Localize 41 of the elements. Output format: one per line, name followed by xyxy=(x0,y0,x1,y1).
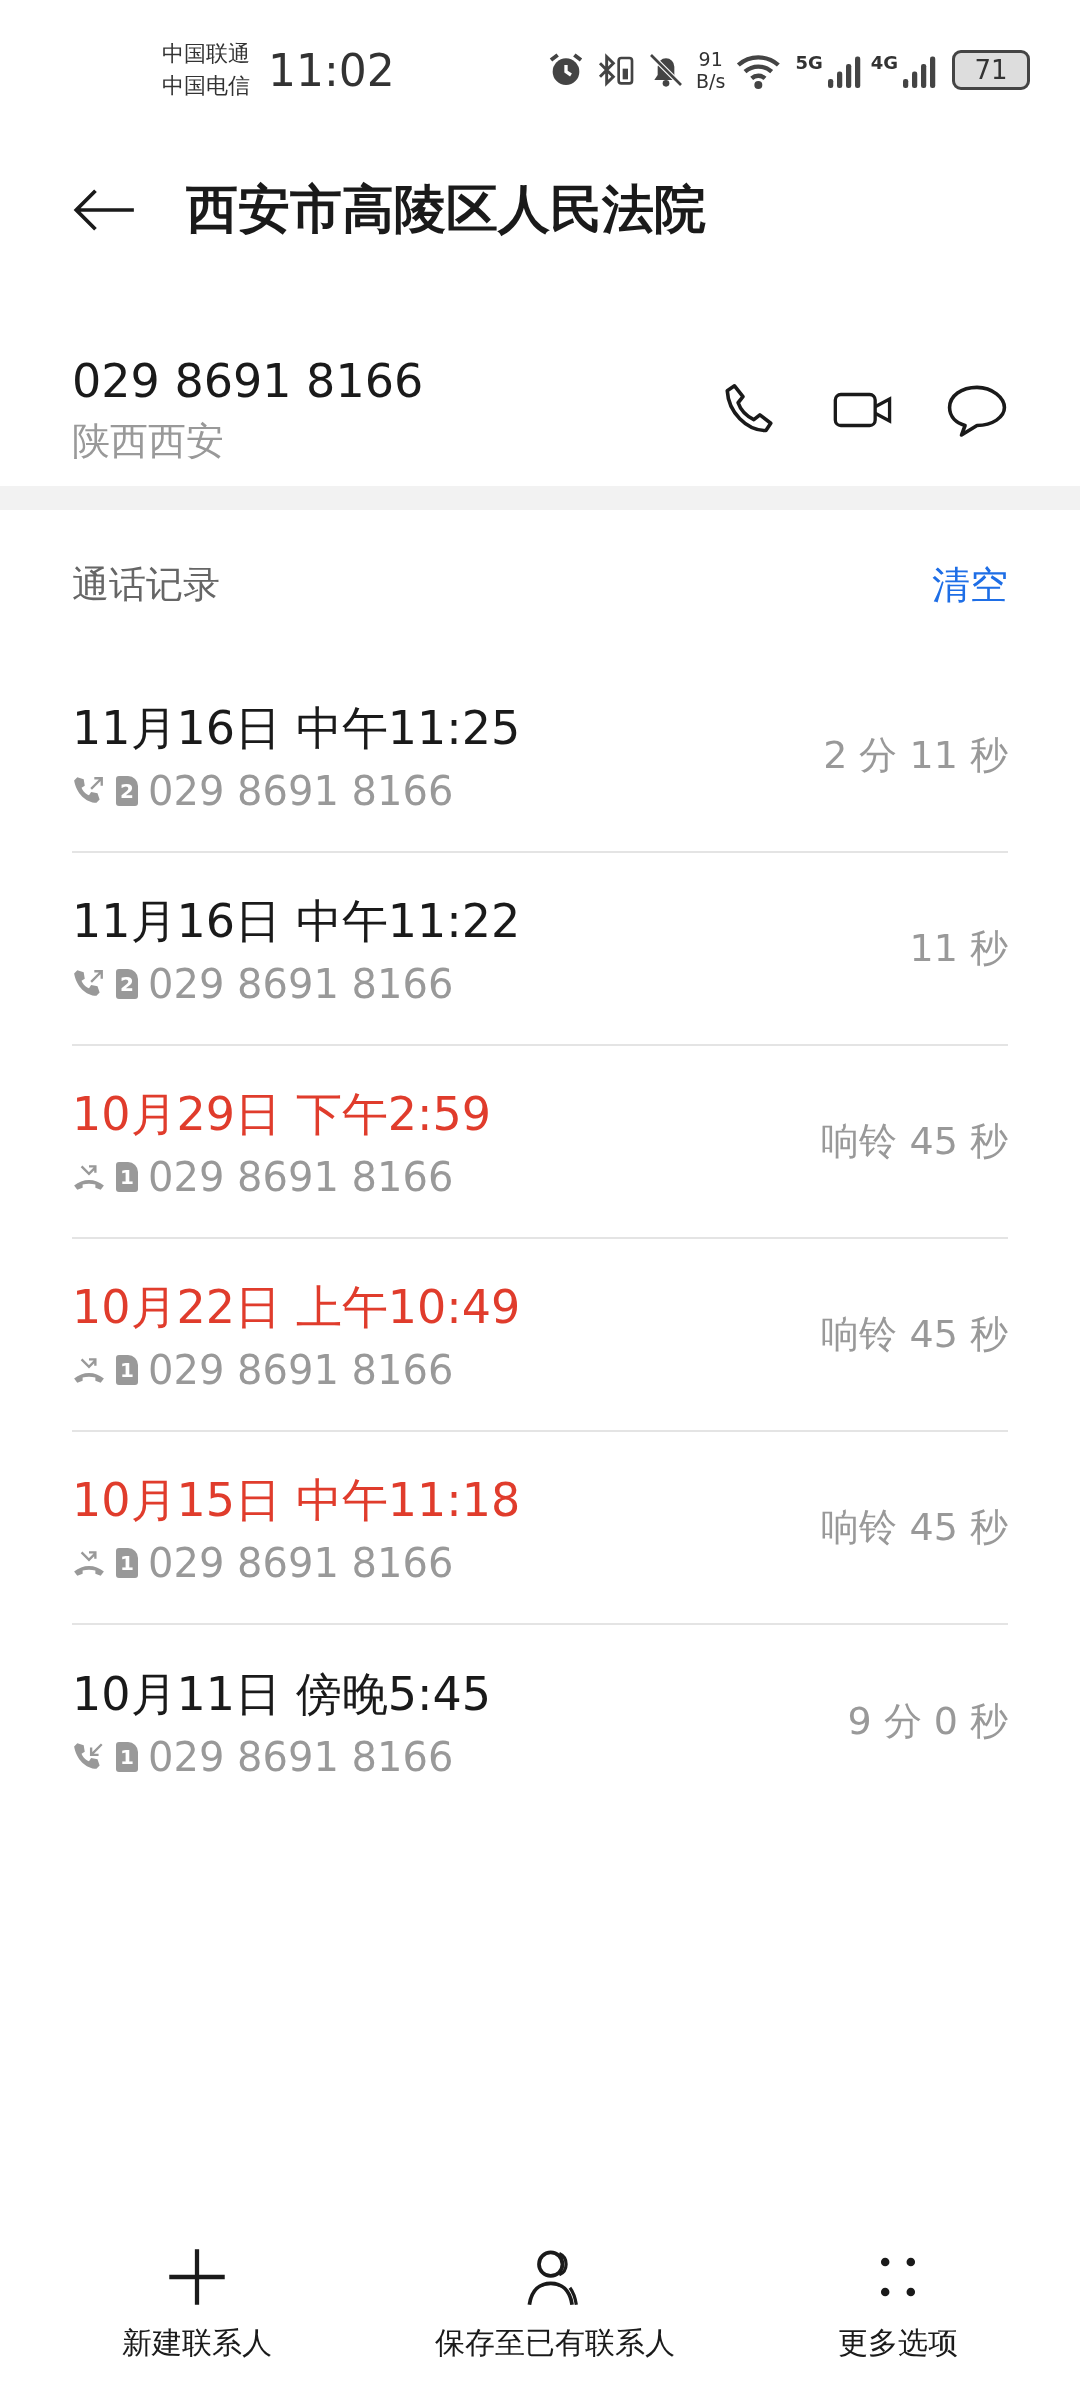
network-type: 5G xyxy=(795,52,823,73)
call-duration: 响铃 45 秒 xyxy=(821,1504,1008,1551)
call-duration: 11 秒 xyxy=(909,925,1008,972)
back-icon[interactable] xyxy=(72,188,136,232)
more-options-button[interactable]: 更多选项 xyxy=(838,2245,959,2364)
call-number: 029 8691 8166 xyxy=(148,767,454,814)
carrier-name: 中国联通 xyxy=(162,40,250,68)
call-date: 10月11日 傍晚5:45 xyxy=(72,1665,492,1723)
sim-badge: 2 xyxy=(116,968,138,999)
sim-badge: 1 xyxy=(116,1354,138,1385)
sim-badge: 2 xyxy=(116,775,138,806)
call-duration: 响铃 45 秒 xyxy=(821,1311,1008,1358)
network-speed: 91 xyxy=(698,48,723,70)
call-number: 029 8691 8166 xyxy=(148,1539,454,1586)
contact-title: 西安市高陵区人民法院 xyxy=(186,178,706,241)
call-date: 10月22日 上午10:49 xyxy=(72,1278,522,1336)
call-number: 029 8691 8166 xyxy=(148,960,454,1007)
call-date: 10月15日 中午11:18 xyxy=(72,1471,522,1529)
call-date: 11月16日 中午11:22 xyxy=(72,892,522,950)
speed-unit: B/s xyxy=(696,70,726,92)
network-type: 4G xyxy=(870,52,898,73)
call-duration: 响铃 45 秒 xyxy=(821,1118,1008,1165)
call-date: 10月29日 下午2:59 xyxy=(72,1085,492,1143)
section-title: 通话记录 xyxy=(72,562,220,608)
save-to-contact-button[interactable]: 保存至已有联系人 xyxy=(435,2245,675,2364)
status-time: 11:02 xyxy=(268,44,395,96)
call-number: 029 8691 8166 xyxy=(148,1346,454,1393)
carrier-name: 中国电信 xyxy=(162,72,250,100)
sim-badge: 1 xyxy=(116,1161,138,1192)
call-number: 029 8691 8166 xyxy=(148,1153,454,1200)
call-duration: 2 分 11 秒 xyxy=(823,732,1008,779)
call-duration: 9 分 0 秒 xyxy=(847,1698,1008,1745)
clear-button[interactable]: 清空 xyxy=(932,559,1008,611)
phone-location: 陕西西安 xyxy=(72,417,225,465)
sim-badge: 1 xyxy=(116,1547,138,1578)
call-number: 029 8691 8166 xyxy=(148,1733,454,1780)
battery-icon: 71 xyxy=(952,50,1030,90)
sim-badge: 1 xyxy=(116,1741,138,1772)
phone-number: 029 8691 8166 xyxy=(72,353,425,408)
new-contact-button[interactable]: 新建联系人 xyxy=(121,2245,272,2364)
call-date: 11月16日 中午11:25 xyxy=(72,699,522,757)
